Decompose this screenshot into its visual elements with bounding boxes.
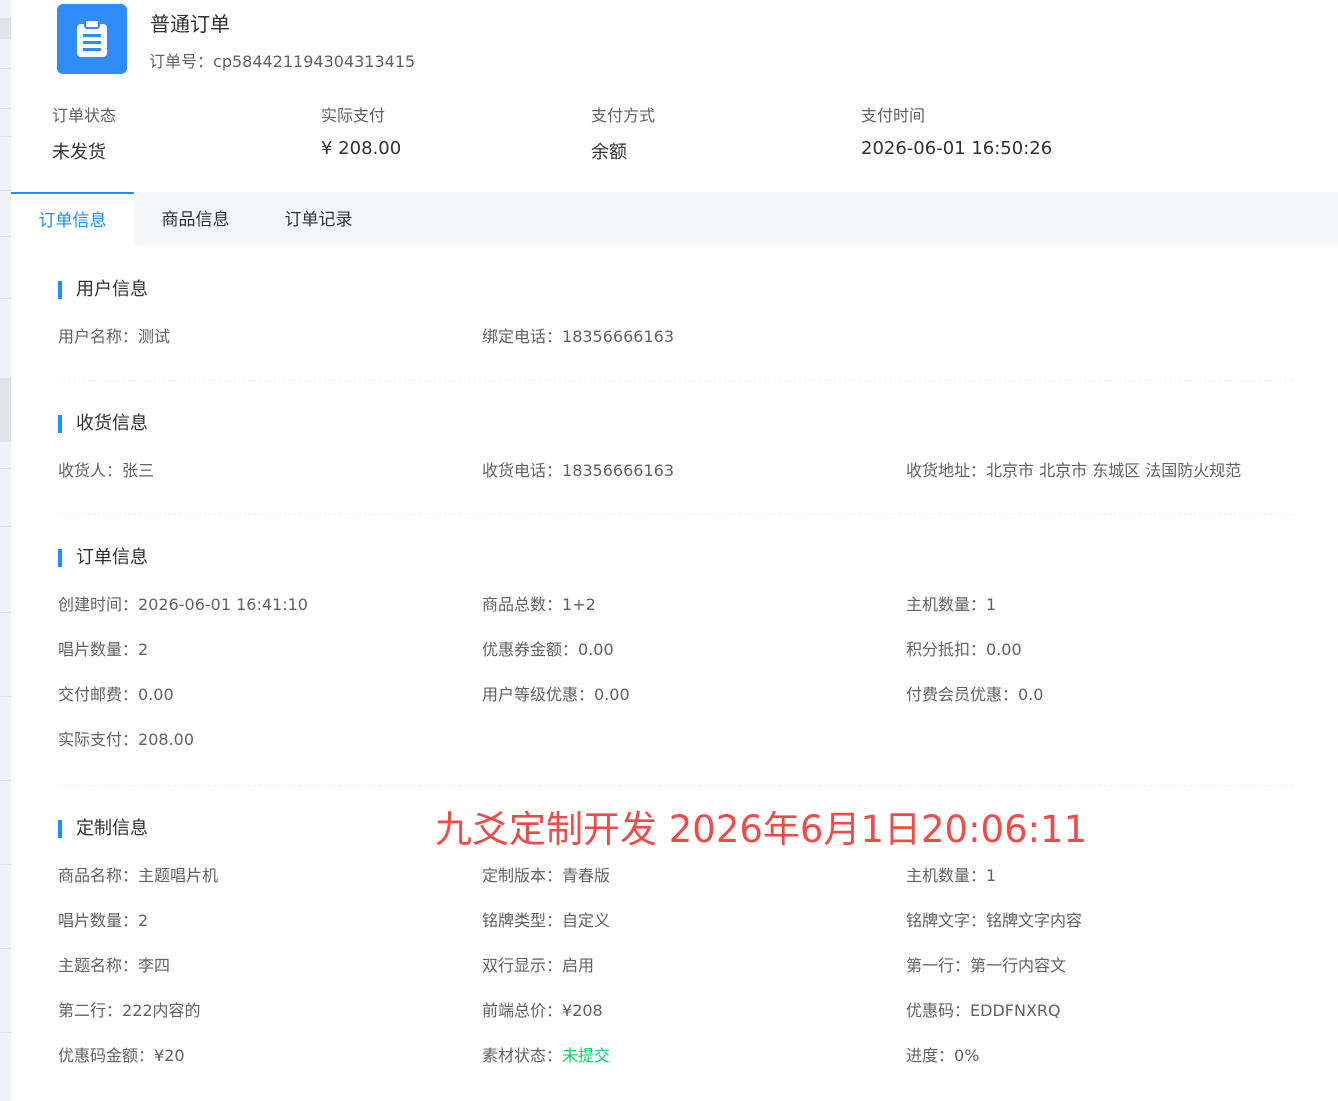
section-title: 用户信息 xyxy=(58,278,1292,302)
background-page xyxy=(0,0,11,1101)
order-number-label: 订单号： xyxy=(149,52,214,71)
shipping-info-section: 收货信息 收货人：张三 收货电话：18356666163 收货地址：北京市 北京… xyxy=(58,412,1292,502)
order-info-section: 订单信息 创建时间：2026-06-01 16:41:10 商品总数：1+2 主… xyxy=(58,546,1292,771)
section-divider xyxy=(58,785,1292,786)
summary-actual-payment: 实际支付 ¥ 208.00 xyxy=(321,102,401,159)
summary-value: ¥ 208.00 xyxy=(321,138,402,159)
field-receiver-phone: 收货电话：18356666163 xyxy=(482,461,674,480)
field-frontend-total: 前端总价：¥208 xyxy=(482,1001,603,1020)
field-row: 优惠码金额：¥20 素材状态：未提交 进度：0% xyxy=(58,1042,1292,1087)
field-bound-phone: 绑定电话：18356666163 xyxy=(482,327,674,346)
field-item-total: 商品总数：1+2 xyxy=(482,595,596,614)
field-nameplate-text: 铭牌文字：铭牌文字内容 xyxy=(906,911,1083,930)
summary-value: 余额 xyxy=(591,142,627,163)
field-nameplate-type: 铭牌类型：自定义 xyxy=(482,911,611,930)
field-row: 创建时间：2026-06-01 16:41:10 商品总数：1+2 主机数量：1 xyxy=(58,591,1292,636)
field-row: 用户名称：测试 绑定电话：18356666163 xyxy=(58,323,1292,368)
field-username: 用户名称：测试 xyxy=(58,327,171,346)
watermark-text: 九爻定制开发 2026年6月1日20:06:11 xyxy=(435,808,1088,851)
field-row: 实际支付：208.00 xyxy=(58,726,1292,771)
field-row: 商品名称：主题唱片机 定制版本：青春版 主机数量：1 xyxy=(58,862,1292,907)
section-divider xyxy=(58,380,1292,381)
field-created-time: 创建时间：2026-06-01 16:41:10 xyxy=(58,595,308,614)
field-receiver: 收货人：张三 xyxy=(58,461,155,480)
summary-label: 实际支付 xyxy=(321,106,386,125)
field-shipping-fee: 交付邮费：0.00 xyxy=(58,685,174,704)
tab-bar: 订单信息 商品信息 订单记录 xyxy=(11,192,1338,246)
field-row: 第二行：222内容的 前端总价：¥208 优惠码：EDDFNXRQ xyxy=(58,997,1292,1042)
summary-order-status: 订单状态 未发货 xyxy=(52,102,116,164)
section-title: 收货信息 xyxy=(58,412,1292,436)
order-detail-drawer: 普通订单 订单号：cp584421194304313415 订单状态 未发货 实… xyxy=(11,0,1338,1101)
field-member-discount: 付费会员优惠：0.0 xyxy=(906,685,1044,704)
summary-payment-time: 支付时间 2026-06-01 16:50:26 xyxy=(861,102,1052,159)
field-row: 交付邮费：0.00 用户等级优惠：0.00 付费会员优惠：0.0 xyxy=(58,681,1292,726)
field-points-deduction: 积分抵扣：0.00 xyxy=(906,640,1022,659)
summary-value: 未发货 xyxy=(52,142,106,163)
clipboard-icon xyxy=(57,4,127,74)
tab-product-info[interactable]: 商品信息 xyxy=(134,192,257,246)
field-level-discount: 用户等级优惠：0.00 xyxy=(482,685,630,704)
field-promo-code: 优惠码：EDDFNXRQ xyxy=(906,1001,1061,1020)
order-summary: 订单状态 未发货 实际支付 ¥ 208.00 支付方式 余额 支付时间 2026… xyxy=(11,102,1338,172)
summary-label: 支付时间 xyxy=(861,106,926,125)
field-material-status: 素材状态：未提交 xyxy=(482,1046,611,1065)
field-receiver-address: 收货地址：北京市 北京市 东城区 法国防火规范 xyxy=(906,461,1242,480)
field-line-one: 第一行：第一行内容文 xyxy=(906,956,1067,975)
field-dual-line: 双行显示：启用 xyxy=(482,956,595,975)
field-record-count: 唱片数量：2 xyxy=(58,640,149,659)
field-product-name: 商品名称：主题唱片机 xyxy=(58,866,219,885)
tab-order-info[interactable]: 订单信息 xyxy=(11,192,134,246)
field-theme-name: 主题名称：李四 xyxy=(58,956,171,975)
status-badge: 未提交 xyxy=(562,1046,611,1065)
field-row: 唱片数量：2 优惠券金额：0.00 积分抵扣：0.00 xyxy=(58,636,1292,681)
field-promo-amount: 优惠码金额：¥20 xyxy=(58,1046,185,1065)
custom-info-section: 定制信息 商品名称：主题唱片机 定制版本：青春版 主机数量：1 唱片数量：2 铭… xyxy=(58,817,1292,1087)
field-actual-payment: 实际支付：208.00 xyxy=(58,730,194,749)
field-row: 收货人：张三 收货电话：18356666163 收货地址：北京市 北京市 东城区… xyxy=(58,457,1292,502)
field-coupon-amount: 优惠券金额：0.00 xyxy=(482,640,614,659)
summary-label: 支付方式 xyxy=(591,106,656,125)
field-line-two: 第二行：222内容的 xyxy=(58,1001,201,1020)
field-row: 唱片数量：2 铭牌类型：自定义 铭牌文字：铭牌文字内容 xyxy=(58,907,1292,952)
section-divider xyxy=(58,514,1292,515)
user-info-section: 用户信息 用户名称：测试 绑定电话：18356666163 xyxy=(58,278,1292,368)
summary-payment-method: 支付方式 余额 xyxy=(591,102,655,164)
field-progress: 进度：0% xyxy=(906,1046,980,1065)
order-type-title: 普通订单 xyxy=(150,12,230,36)
summary-value: 2026-06-01 16:50:26 xyxy=(861,138,1053,159)
field-host-count: 主机数量：1 xyxy=(906,866,997,885)
tab-order-records[interactable]: 订单记录 xyxy=(257,192,380,246)
order-number: 订单号：cp584421194304313415 xyxy=(149,48,415,72)
summary-label: 订单状态 xyxy=(52,106,117,125)
field-custom-version: 定制版本：青春版 xyxy=(482,866,611,885)
section-title: 订单信息 xyxy=(58,546,1292,570)
order-number-value: cp584421194304313415 xyxy=(213,52,416,71)
field-row: 主题名称：李四 双行显示：启用 第一行：第一行内容文 xyxy=(58,952,1292,997)
field-record-count: 唱片数量：2 xyxy=(58,911,149,930)
field-host-count: 主机数量：1 xyxy=(906,595,997,614)
